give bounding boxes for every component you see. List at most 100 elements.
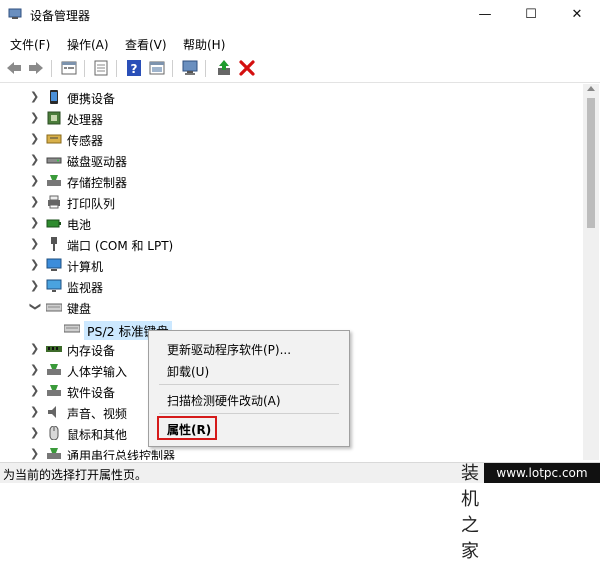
storage-controller-icon (47, 175, 61, 186)
toolbar-separator (172, 60, 173, 77)
toolbar-separator (84, 60, 85, 77)
menu-help[interactable]: 帮助(H) (183, 36, 225, 53)
svg-text:?: ? (131, 62, 138, 76)
update-driver-menu-item[interactable]: 更新驱动程序软件(P)... (167, 341, 291, 358)
tree-item[interactable]: ❯ 端口 (COM 和 LPT) (0, 234, 582, 255)
battery-icon (46, 219, 61, 228)
keyboard-icon (46, 303, 62, 312)
tree-item-label: 磁盘驱动器 (67, 155, 128, 169)
device-manager-icon (8, 8, 22, 19)
toolbar-separator (116, 60, 117, 77)
chevron-right-icon[interactable]: ❯ (30, 426, 40, 440)
scrollbar-thumb[interactable] (587, 98, 595, 228)
tree-item-label: 通用串行总线控制器 (67, 449, 176, 460)
chevron-right-icon[interactable]: ❯ (30, 195, 40, 209)
chevron-right-icon[interactable]: ❯ (30, 342, 40, 356)
tree-item[interactable]: ❯ 计算机 (0, 255, 582, 276)
menu-view[interactable]: 查看(V) (125, 36, 167, 53)
software-device-icon (47, 385, 61, 396)
tree-item-label: 软件设备 (67, 386, 116, 400)
minimize-button[interactable]: — (462, 0, 508, 30)
tree-item-label: 计算机 (67, 260, 104, 274)
menu-file[interactable]: 文件(F) (10, 36, 50, 53)
tree-item-label: 打印队列 (67, 197, 116, 211)
hid-icon (47, 364, 61, 375)
tree-item-label: 处理器 (67, 113, 104, 127)
chevron-right-icon[interactable]: ❯ (30, 90, 40, 104)
update-driver-icon[interactable] (215, 59, 233, 77)
page-icon[interactable] (92, 59, 110, 77)
chevron-right-icon[interactable]: ❯ (30, 237, 40, 251)
port-icon (51, 237, 57, 251)
tree-item-expanded[interactable]: ❯ 键盘 (0, 297, 582, 318)
chevron-right-icon[interactable]: ❯ (30, 447, 40, 460)
disk-drive-icon (46, 157, 62, 164)
scan-hardware-icon[interactable] (181, 59, 199, 77)
menu-separator (159, 384, 339, 385)
memory-icon (46, 346, 62, 352)
chevron-right-icon[interactable]: ❯ (30, 258, 40, 272)
chevron-right-icon[interactable]: ❯ (30, 153, 40, 167)
help-icon[interactable]: ? (125, 59, 143, 77)
context-menu: 更新驱动程序软件(P)... 卸载(U) 扫描检测硬件改动(A) 属性(R) (148, 330, 350, 447)
printer-icon (48, 195, 60, 209)
tree-item-label: 电池 (67, 218, 92, 232)
properties-menu-item[interactable]: 属性(R) (167, 421, 211, 438)
tree-item[interactable]: ❯ 传感器 (0, 129, 582, 150)
uninstall-device-icon[interactable] (238, 59, 256, 77)
tree-item[interactable]: ❯ 便携设备 (0, 87, 582, 108)
tree-item-label: 鼠标和其他 (67, 428, 128, 442)
processor-icon (47, 111, 61, 125)
properties-sheet-icon[interactable] (60, 59, 78, 77)
window-title: 设备管理器 (30, 9, 91, 23)
tree-item[interactable]: ❯ 电池 (0, 213, 582, 234)
toolbar-separator (205, 60, 206, 77)
keyboard-icon (64, 324, 80, 333)
menu-action[interactable]: 操作(A) (67, 36, 109, 53)
tree-item-label: 人体学输入 (67, 365, 128, 379)
mouse-icon (49, 426, 59, 440)
tree-item[interactable]: ❯ 打印队列 (0, 192, 582, 213)
maximize-button[interactable]: ☐ (508, 0, 554, 30)
forward-arrow-icon[interactable] (27, 59, 45, 77)
chevron-right-icon[interactable]: ❯ (30, 216, 40, 230)
scroll-up-arrow-icon[interactable] (587, 86, 595, 91)
vertical-scrollbar[interactable] (583, 84, 599, 460)
chevron-right-icon[interactable]: ❯ (30, 384, 40, 398)
tree-item-label: 端口 (COM 和 LPT) (67, 239, 174, 253)
watermark-url: www.lotpc.com (484, 463, 600, 483)
scan-hardware-menu-item[interactable]: 扫描检测硬件改动(A) (167, 392, 281, 409)
menu-bar: 文件(F) 操作(A) 查看(V) 帮助(H) (0, 32, 600, 54)
sensor-icon (46, 134, 62, 144)
view-icon[interactable] (148, 59, 166, 77)
tree-item-label: 监视器 (67, 281, 104, 295)
tree-item[interactable]: ❯ 磁盘驱动器 (0, 150, 582, 171)
tree-item-label: 内存设备 (67, 344, 116, 358)
sound-icon (48, 406, 56, 418)
tree-item-label: 键盘 (67, 302, 92, 316)
tree-item[interactable]: ❯ 处理器 (0, 108, 582, 129)
close-button[interactable]: ✕ (554, 0, 600, 30)
watermark-text: 装机之家 (461, 463, 482, 562)
tree-item-label: 声音、视频 (67, 407, 128, 421)
tree-item[interactable]: ❯ 监视器 (0, 276, 582, 297)
computer-icon (46, 258, 62, 271)
menu-separator (159, 413, 339, 414)
chevron-down-icon[interactable]: ❯ (28, 302, 42, 312)
uninstall-menu-item[interactable]: 卸载(U) (167, 363, 209, 380)
chevron-right-icon[interactable]: ❯ (30, 405, 40, 419)
tree-item-label: 便携设备 (67, 92, 116, 106)
tree-item[interactable]: ❯ 存储控制器 (0, 171, 582, 192)
portable-device-icon (50, 90, 58, 104)
monitor-icon (46, 279, 62, 292)
chevron-right-icon[interactable]: ❯ (30, 111, 40, 125)
chevron-right-icon[interactable]: ❯ (30, 132, 40, 146)
back-arrow-icon[interactable] (5, 59, 23, 77)
tree-item-label: 存储控制器 (67, 176, 128, 190)
chevron-right-icon[interactable]: ❯ (30, 363, 40, 377)
title-bar: 设备管理器 — ☐ ✕ (0, 0, 600, 30)
usb-icon (47, 448, 61, 459)
chevron-right-icon[interactable]: ❯ (30, 279, 40, 293)
chevron-right-icon[interactable]: ❯ (30, 174, 40, 188)
status-bar: 为当前的选择打开属性页。 装机之家 www.lotpc.com (0, 462, 600, 562)
